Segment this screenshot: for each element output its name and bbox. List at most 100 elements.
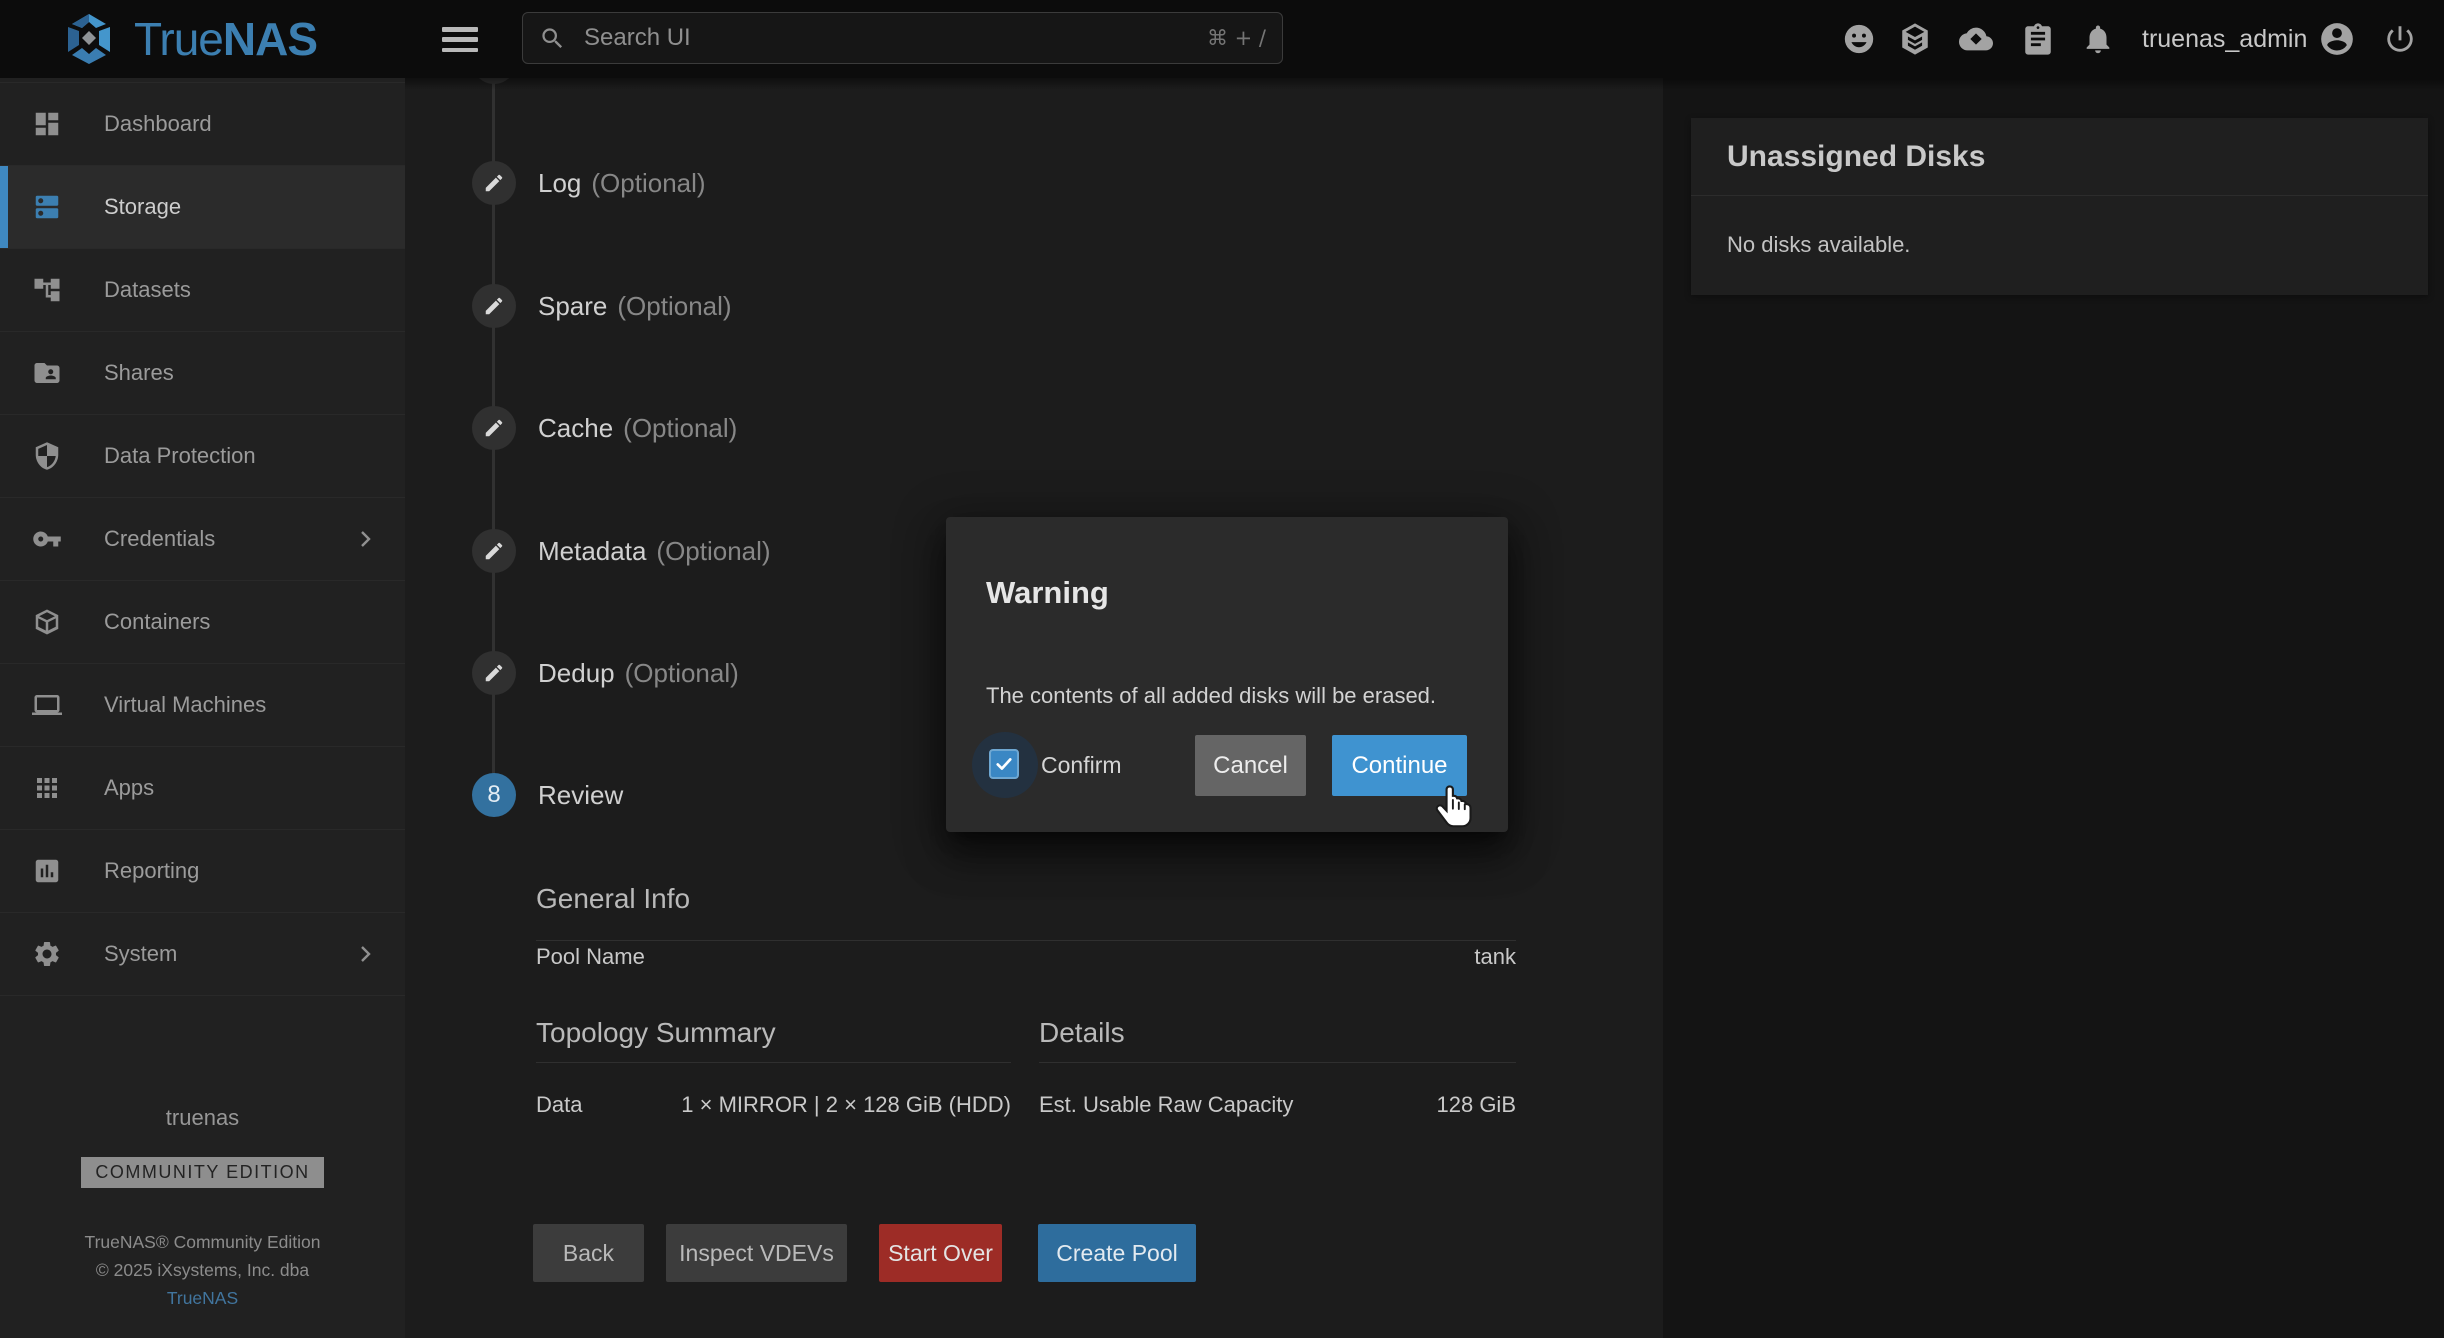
- confirm-checkbox-label[interactable]: Confirm: [1041, 734, 1122, 796]
- dialog-message: The contents of all added disks will be …: [986, 683, 1436, 709]
- hamburger-menu-icon[interactable]: [442, 27, 478, 52]
- edit-pencil-icon: [472, 284, 516, 328]
- sidebar-item-data-protection[interactable]: Data Protection: [0, 414, 405, 497]
- step-label: Spare: [538, 291, 607, 322]
- edit-pencil-icon: [472, 406, 516, 450]
- truenas-logo-text: TrueNAS: [134, 13, 317, 65]
- chevron-right-icon: [353, 527, 377, 551]
- sidebar-item-datasets[interactable]: Datasets: [0, 248, 405, 331]
- cancel-button[interactable]: Cancel: [1195, 735, 1306, 796]
- step-optional-label: (Optional): [625, 658, 739, 689]
- sidebar-item-apps[interactable]: Apps: [0, 746, 405, 829]
- step-optional-label: (Optional): [591, 168, 705, 199]
- step-number-badge: 8: [472, 773, 516, 817]
- sidebar-item-shares[interactable]: Shares: [0, 331, 405, 414]
- container-box-icon: [32, 607, 62, 637]
- step-label: Review: [538, 780, 623, 811]
- shares-folder-icon: [32, 358, 62, 388]
- capacity-value: 128 GiB: [1437, 1092, 1517, 1118]
- create-pool-button[interactable]: Create Pool: [1038, 1224, 1196, 1282]
- hostname-label: truenas: [0, 1105, 405, 1131]
- sidebar-item-label: Storage: [104, 194, 181, 220]
- sidebar-item-reporting[interactable]: Reporting: [0, 829, 405, 912]
- topology-data-value: 1 × MIRROR | 2 × 128 GiB (HDD): [681, 1092, 1011, 1118]
- wizard-step-cache[interactable]: Cache (Optional): [472, 406, 737, 450]
- topology-data-label: Data: [536, 1092, 582, 1118]
- step-label: Log: [538, 168, 581, 199]
- sidebar-item-system[interactable]: System: [0, 912, 405, 996]
- inspect-vdevs-button[interactable]: Inspect VDEVs: [666, 1224, 847, 1282]
- wizard-step-review[interactable]: 8 Review: [472, 773, 623, 817]
- chevron-right-icon: [353, 942, 377, 966]
- previous-step-circle: [472, 78, 516, 84]
- edit-pencil-icon: [472, 529, 516, 573]
- wizard-step-dedup[interactable]: Dedup (Optional): [472, 651, 739, 695]
- wizard-step-log[interactable]: Log (Optional): [472, 161, 706, 205]
- jobs-clipboard-icon[interactable]: [2021, 22, 2055, 56]
- wizard-step-metadata[interactable]: Metadata (Optional): [472, 529, 771, 573]
- search-icon: [539, 25, 566, 52]
- shield-icon: [32, 441, 62, 471]
- apps-grid-icon: [32, 773, 62, 803]
- details-heading: Details: [1039, 1017, 1125, 1049]
- username-label[interactable]: truenas_admin: [2142, 0, 2307, 78]
- divider: [536, 940, 1516, 941]
- footer-truenas-link[interactable]: TrueNAS: [0, 1284, 405, 1312]
- sidebar-item-storage[interactable]: Storage: [0, 165, 405, 248]
- dashboard-icon: [32, 109, 62, 139]
- search-input[interactable]: [582, 23, 1207, 53]
- sidebar-item-dashboard[interactable]: Dashboard: [0, 82, 405, 165]
- power-icon[interactable]: [2383, 22, 2417, 56]
- cloud-backup-icon[interactable]: [1959, 22, 1993, 56]
- sidebar-item-credentials[interactable]: Credentials: [0, 497, 405, 580]
- account-circle-icon[interactable]: [2318, 20, 2356, 58]
- sidebar-item-label: Virtual Machines: [104, 692, 266, 718]
- capacity-label: Est. Usable Raw Capacity: [1039, 1092, 1293, 1118]
- step-optional-label: (Optional): [623, 413, 737, 444]
- step-optional-label: (Optional): [656, 536, 770, 567]
- truecommand-icon[interactable]: [1898, 22, 1932, 56]
- continue-button[interactable]: Continue: [1332, 735, 1467, 796]
- dialog-title: Warning: [986, 575, 1109, 611]
- step-optional-label: (Optional): [617, 291, 731, 322]
- warning-dialog: Warning The contents of all added disks …: [946, 517, 1508, 832]
- search-bar[interactable]: ⌘ + /: [522, 12, 1283, 64]
- checkmark-icon: [994, 754, 1014, 774]
- start-over-button[interactable]: Start Over: [879, 1224, 1002, 1282]
- sidebar-item-containers[interactable]: Containers: [0, 580, 405, 663]
- details-capacity-row: Est. Usable Raw Capacity 128 GiB: [1039, 1092, 1516, 1118]
- truenas-logo-mark-icon: [58, 14, 120, 64]
- unassigned-disks-title: Unassigned Disks: [1727, 118, 1985, 195]
- unassigned-disks-card: Unassigned Disks No disks available.: [1691, 118, 2428, 295]
- notifications-bell-icon[interactable]: [2081, 22, 2115, 56]
- truenas-logo[interactable]: TrueNAS: [58, 13, 317, 65]
- sidebar-item-virtual-machines[interactable]: Virtual Machines: [0, 663, 405, 746]
- divider: [536, 1062, 1011, 1063]
- divider: [1039, 1062, 1516, 1063]
- sidebar-item-label: Data Protection: [104, 443, 256, 469]
- storage-icon: [32, 192, 62, 222]
- feedback-smiley-icon[interactable]: [1842, 22, 1876, 56]
- pool-name-label: Pool Name: [536, 944, 645, 970]
- sidebar-item-label: Reporting: [104, 858, 199, 884]
- sidebar-nav: Dashboard Storage Datasets Shares Data P…: [0, 78, 405, 1338]
- bar-chart-icon: [32, 856, 62, 886]
- pool-name-value: tank: [1474, 944, 1516, 970]
- topology-summary-heading: Topology Summary: [536, 1017, 776, 1049]
- step-label: Metadata: [538, 536, 646, 567]
- sidebar-item-label: Containers: [104, 609, 210, 635]
- footer-line-1: TrueNAS® Community Edition: [0, 1228, 405, 1256]
- back-button[interactable]: Back: [533, 1224, 644, 1282]
- pool-name-row: Pool Name tank: [536, 944, 1516, 970]
- search-shortcut-hint: ⌘ + /: [1207, 26, 1266, 50]
- no-disks-message: No disks available.: [1727, 195, 1910, 295]
- sidebar-footer: truenas COMMUNITY EDITION TrueNAS® Commu…: [0, 1105, 405, 1338]
- confirm-checkbox[interactable]: [989, 749, 1019, 779]
- edit-pencil-icon: [472, 651, 516, 695]
- laptop-icon: [32, 690, 62, 720]
- sidebar-item-label: Datasets: [104, 277, 191, 303]
- wizard-step-spare[interactable]: Spare (Optional): [472, 284, 732, 328]
- datasets-tree-icon: [32, 275, 62, 305]
- sidebar-item-label: Apps: [104, 775, 154, 801]
- sidebar-item-label: Credentials: [104, 526, 215, 552]
